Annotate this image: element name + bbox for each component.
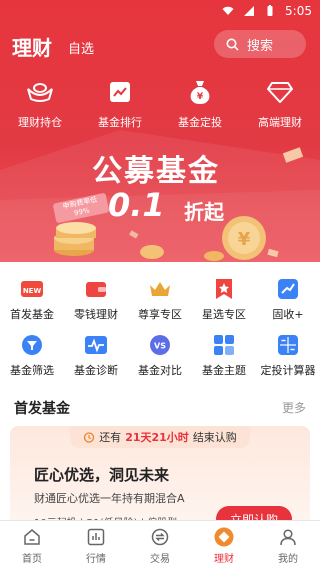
star-bookmark-icon — [216, 279, 232, 299]
grid-label: 定投计算器 — [260, 364, 316, 377]
tab-market[interactable]: 行情 — [64, 521, 128, 568]
svg-text:NEW: NEW — [23, 287, 42, 295]
countdown-value: 21天21小时 — [125, 431, 189, 444]
grid-fund-theme[interactable]: 基金主题 — [192, 326, 256, 382]
ingot-icon — [27, 83, 53, 102]
card-title: 匠心优选，洞见未来 — [34, 466, 170, 484]
grid-label: 固收+ — [272, 308, 304, 321]
banner-title[interactable]: 公募基金 — [92, 146, 220, 190]
nav-auto-invest-label: 基金定投 — [178, 116, 222, 129]
diamond-icon — [267, 82, 293, 103]
tab-trade[interactable]: 交易 — [128, 521, 192, 568]
tab-me[interactable]: 我的 — [256, 521, 320, 568]
svg-text:VS: VS — [154, 342, 166, 351]
alarm-clock-icon — [84, 432, 95, 443]
nav-ranking[interactable]: 基金排行 — [80, 78, 160, 130]
grid-label: 首发基金 — [10, 308, 54, 321]
rising-chart-icon — [278, 279, 298, 299]
status-bar: 5:05 — [0, 0, 320, 24]
pulse-icon — [85, 336, 107, 354]
trend-chart-icon — [110, 82, 130, 102]
grid-label: 基金对比 — [138, 364, 182, 377]
grid-label: 星选专区 — [202, 308, 246, 321]
grid-fixed-income[interactable]: 固收+ — [256, 270, 320, 326]
top-nav: 理财持仓 基金排行 ¥ 基金定投 高端理财 — [0, 78, 320, 130]
app-header: 理财 自选 搜索 — [0, 30, 320, 62]
finance-diamond-icon — [214, 527, 234, 547]
crown-icon — [150, 282, 170, 296]
signal-icon — [244, 6, 255, 16]
nav-ranking-label: 基金排行 — [98, 116, 142, 129]
nav-premium-label: 高端理财 — [258, 116, 302, 129]
countdown-pill: 还有 21天21小时 结束认购 — [70, 426, 250, 448]
nav-holdings-label: 理财持仓 — [18, 116, 62, 129]
vs-icon: VS — [150, 335, 170, 355]
wifi-icon — [222, 6, 234, 15]
wallet-icon — [86, 282, 106, 297]
search-box[interactable]: 搜索 — [214, 30, 306, 58]
status-time: 5:05 — [285, 4, 312, 18]
new-funds-section: 首发基金 更多 还有 21天21小时 结束认购 匠心优选，洞见未来 财通匠心优选… — [0, 384, 320, 536]
filter-icon — [22, 335, 42, 355]
search-label: 搜索 — [247, 38, 274, 54]
grid-fund-filter[interactable]: 基金筛选 — [0, 326, 64, 382]
section-title: 首发基金 — [14, 401, 70, 417]
banner-discount: 0.1 — [108, 186, 165, 224]
grid-fund-diagnosis[interactable]: 基金诊断 — [64, 326, 128, 382]
bottom-tab-bar: 首页 行情 交易 理财 我的 — [0, 520, 320, 568]
new-badge-icon: NEW — [21, 281, 43, 297]
grid-apps-icon — [214, 335, 234, 355]
grid-star-zone[interactable]: 星选专区 — [192, 270, 256, 326]
grid-label: 基金筛选 — [10, 364, 54, 377]
money-bag-icon: ¥ — [190, 81, 210, 104]
grid-pocket-money[interactable]: 零钱理财 — [64, 270, 128, 326]
tab-home[interactable]: 首页 — [0, 521, 64, 568]
watchlist-tab[interactable]: 自选 — [68, 38, 94, 57]
user-icon — [280, 529, 296, 546]
page-title[interactable]: 理财 — [12, 32, 52, 61]
home-icon — [24, 529, 40, 545]
battery-icon — [267, 5, 273, 16]
more-link[interactable]: 更多 — [282, 399, 306, 416]
feature-grid: NEW 首发基金 零钱理财 尊享专区 星选专区 固收+ 基金筛选 基金诊断 VS… — [0, 262, 320, 384]
grid-fund-compare[interactable]: VS 基金对比 — [128, 326, 192, 382]
grid-label: 尊享专区 — [138, 308, 182, 321]
nav-auto-invest[interactable]: ¥ 基金定投 — [160, 78, 240, 130]
market-bars-icon — [87, 528, 105, 546]
banner-suffix: 折起 — [184, 200, 224, 224]
nav-holdings[interactable]: 理财持仓 — [0, 78, 80, 130]
grid-label: 基金诊断 — [74, 364, 118, 377]
card-fund-name: 财通匠心优选一年持有期混合A — [34, 492, 185, 505]
tab-finance[interactable]: 理财 — [192, 521, 256, 568]
grid-label: 基金主题 — [202, 364, 246, 377]
grid-new-funds[interactable]: NEW 首发基金 — [0, 270, 64, 326]
nav-premium[interactable]: 高端理财 — [240, 78, 320, 130]
grid-label: 零钱理财 — [74, 308, 118, 321]
grid-vip-zone[interactable]: 尊享专区 — [128, 270, 192, 326]
svg-text:¥: ¥ — [197, 92, 204, 102]
calculator-icon — [278, 335, 298, 355]
search-icon — [226, 38, 239, 51]
grid-invest-calculator[interactable]: 定投计算器 — [256, 326, 320, 382]
exchange-icon — [151, 528, 169, 546]
